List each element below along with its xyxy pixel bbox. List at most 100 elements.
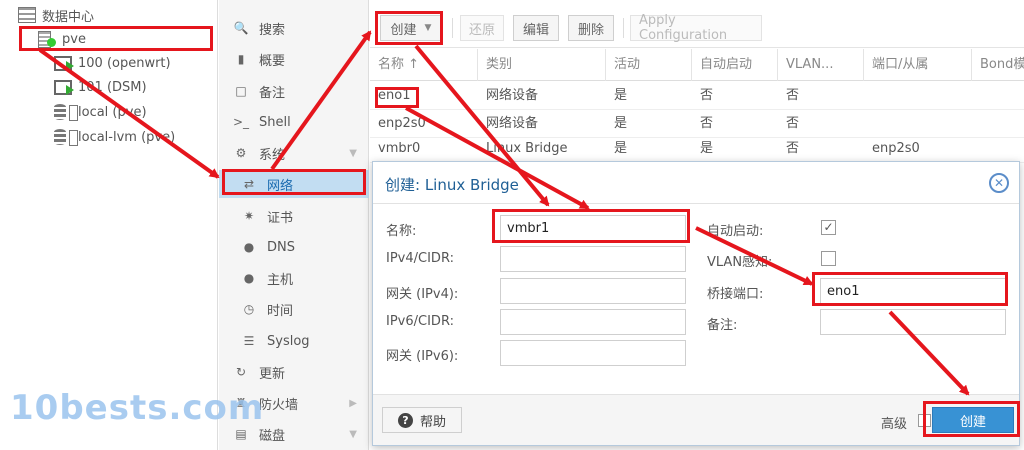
gateway-ipv6-input[interactable] — [500, 340, 686, 366]
nav-label: 系统 — [259, 147, 286, 163]
storage-icon — [54, 104, 78, 121]
dialog-header: 创建: Linux Bridge ✕ — [373, 162, 1019, 204]
create-label: 创建 — [390, 22, 417, 38]
gateway-ipv4-label: 网关 (IPv4): — [386, 287, 459, 302]
nav-item-notes[interactable]: □ 备注 — [219, 77, 369, 105]
clock-icon: ◷ — [243, 302, 255, 316]
tree-label: local-lvm (pve) — [78, 129, 176, 145]
node-online-icon — [38, 31, 56, 48]
nav-label: 搜索 — [259, 22, 286, 38]
book-icon: ▮ — [237, 52, 245, 66]
certificate-icon: ✷ — [243, 209, 255, 223]
nav-label: 时间 — [267, 303, 294, 319]
nav-label: Shell — [259, 114, 291, 130]
nav-label: 防火墙 — [259, 397, 299, 413]
cell-vlan-aware: 否 — [786, 141, 800, 156]
exchange-icon: ⇄ — [243, 177, 255, 191]
tree-label: 数据中心 — [42, 9, 95, 25]
nav-item-certificates[interactable]: ✷ 证书 — [219, 202, 369, 230]
column-header-active[interactable]: 活动 — [606, 49, 692, 81]
nav-label: 备注 — [259, 85, 286, 101]
help-button[interactable]: ? 帮助 — [382, 407, 462, 433]
cell-active: 是 — [614, 88, 628, 103]
chevron-down-icon: ▼ — [424, 23, 432, 33]
tree-item-vm-101[interactable]: 101 (DSM) — [54, 76, 147, 98]
table-row[interactable]: eno1 网络设备 是 否 否 — [370, 82, 1024, 110]
cell-autostart: 是 — [700, 141, 714, 156]
toolbar-separator — [623, 18, 624, 38]
column-header-name[interactable]: 名称 ↑ — [370, 49, 478, 81]
nav-item-syslog[interactable]: ☰ Syslog — [219, 327, 369, 355]
globe-icon: ● — [243, 271, 255, 285]
nav-label: 证书 — [267, 210, 294, 226]
search-icon: 🔍 — [233, 21, 249, 35]
globe-icon: ● — [243, 240, 255, 254]
nav-item-system[interactable]: ⚙ 系统 ▼ — [219, 139, 369, 167]
column-header-bond-mode[interactable]: Bond模 — [972, 49, 1024, 81]
cell-ports — [864, 82, 872, 110]
nav-item-dns[interactable]: ● DNS — [219, 233, 369, 261]
cell-ports: enp2s0 — [872, 141, 920, 156]
toolbar: 创建 ▼ 还原 编辑 删除 Apply Configuration — [370, 0, 1024, 48]
nav-item-hosts[interactable]: ● 主机 — [219, 264, 369, 292]
create-linux-bridge-dialog: 创建: Linux Bridge ✕ 名称: IPv4/CIDR: 网关 (IP… — [372, 161, 1020, 446]
bridge-ports-label: 桥接端口: — [707, 287, 764, 302]
tree-label: pve — [62, 31, 86, 47]
grid-header: 名称 ↑ 类别 活动 自动启动 VLAN... 端口/从属 Bond模 — [370, 49, 1024, 81]
hdd-icon: ▤ — [235, 427, 247, 441]
close-icon[interactable]: ✕ — [989, 173, 1009, 193]
table-row[interactable]: vmbr0 Linux Bridge 是 是 否 enp2s0 — [370, 135, 1024, 163]
nav-item-updates[interactable]: ↻ 更新 — [219, 358, 369, 386]
apply-configuration-button[interactable]: Apply Configuration — [630, 13, 762, 43]
watermark-text: 10bests.com — [10, 388, 265, 428]
tree-item-vm-100[interactable]: 100 (openwrt) — [54, 52, 171, 74]
node-nav-menu: 🔍 搜索 ▮ 概要 □ 备注 >_ Shell ⚙ 系统 ▼ ⇄ 网络 ✷ 证书… — [219, 0, 369, 450]
ipv4-cidr-input[interactable] — [500, 246, 686, 272]
vm-running-icon — [54, 79, 74, 95]
cell-name: eno1 — [378, 88, 411, 103]
dialog-title: 创建: Linux Bridge — [385, 176, 519, 194]
cell-name: enp2s0 — [378, 116, 426, 131]
vm-running-icon — [54, 55, 74, 71]
tree-item-datacenter[interactable]: 数据中心 — [18, 4, 94, 26]
revert-button[interactable]: 还原 — [460, 15, 504, 41]
nav-item-summary[interactable]: ▮ 概要 — [219, 45, 369, 73]
column-header-type[interactable]: 类别 — [478, 49, 606, 81]
cell-type: 网络设备 — [486, 116, 539, 131]
nav-item-shell[interactable]: >_ Shell — [219, 108, 369, 136]
chevron-down-icon: ▼ — [349, 428, 357, 440]
gateway-ipv6-label: 网关 (IPv6): — [386, 349, 459, 364]
create-menu-button[interactable]: 创建 ▼ — [380, 15, 442, 41]
cell-autostart: 否 — [700, 116, 714, 131]
bridge-ports-input[interactable] — [820, 278, 1006, 304]
gateway-ipv4-input[interactable] — [500, 278, 686, 304]
cell-type: Linux Bridge — [486, 141, 568, 156]
question-circle-icon: ? — [397, 412, 413, 428]
cell-active: 是 — [614, 141, 628, 156]
autostart-checkbox[interactable]: ✓ — [821, 220, 836, 235]
tree-item-storage-local[interactable]: local (pve) — [54, 101, 147, 123]
nav-item-search[interactable]: 🔍 搜索 — [219, 14, 369, 42]
nav-label: Syslog — [267, 333, 310, 349]
ipv6-cidr-input[interactable] — [500, 309, 686, 335]
nav-item-time[interactable]: ◷ 时间 — [219, 295, 369, 323]
advanced-checkbox[interactable] — [918, 414, 931, 427]
comment-label: 备注: — [707, 318, 738, 333]
column-header-autostart[interactable]: 自动启动 — [692, 49, 778, 81]
help-label: 帮助 — [419, 414, 446, 430]
cell-vlan-aware: 否 — [786, 116, 800, 131]
edit-button[interactable]: 编辑 — [513, 15, 559, 41]
create-button[interactable]: 创建 — [932, 407, 1014, 433]
tree-item-node-pve[interactable]: pve — [38, 28, 86, 50]
table-row[interactable]: enp2s0 网络设备 是 否 否 — [370, 110, 1024, 138]
cogs-icon: ⚙ — [235, 146, 247, 160]
column-header-ports[interactable]: 端口/从属 — [864, 49, 972, 81]
bridge-name-input[interactable] — [500, 215, 686, 241]
remove-button[interactable]: 删除 — [568, 15, 614, 41]
column-header-vlan-aware[interactable]: VLAN... — [778, 49, 864, 81]
comment-input[interactable] — [820, 309, 1006, 335]
nav-label: 网络 — [267, 178, 294, 194]
nav-item-network[interactable]: ⇄ 网络 — [219, 170, 369, 198]
vlan-aware-checkbox[interactable] — [821, 251, 836, 266]
tree-item-storage-local-lvm[interactable]: local-lvm (pve) — [54, 126, 175, 148]
